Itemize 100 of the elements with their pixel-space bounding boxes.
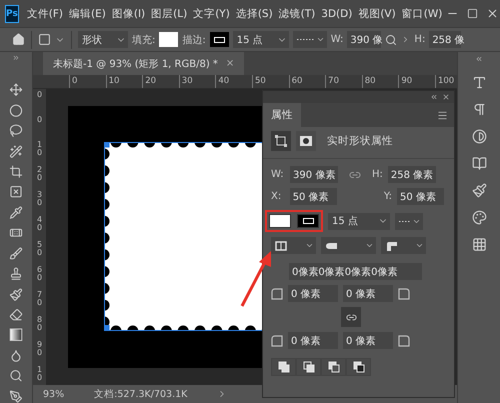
menu-item[interactable]: 视图(V): [356, 6, 398, 20]
menu-item[interactable]: 文字(Y): [191, 6, 232, 20]
menu-item[interactable]: 窗口(W): [400, 6, 444, 20]
menu-icon[interactable]: [437, 110, 448, 121]
mask-button[interactable]: [296, 131, 316, 151]
lasso-icon[interactable]: [9, 124, 23, 138]
brush-icon[interactable]: [472, 183, 486, 198]
path-operation-button[interactable]: [321, 358, 346, 376]
book-icon[interactable]: [472, 156, 486, 171]
app-logo[interactable]: Ps: [5, 4, 19, 22]
stroke-width-dropdown[interactable]: 15 点: [328, 212, 390, 230]
document-info: 文档:527.3K/703.1K: [94, 388, 188, 400]
path-operation-icon: [352, 361, 364, 373]
frame-icon[interactable]: [9, 185, 23, 199]
expand-icon[interactable]: [12, 54, 20, 62]
menu-item[interactable]: 编辑(E): [67, 6, 108, 20]
menu-item[interactable]: 3D(D): [319, 8, 354, 20]
stroke-swatch[interactable]: [297, 214, 319, 228]
ruler-label: 0: [36, 91, 44, 101]
pen-icon[interactable]: [9, 390, 23, 403]
fill-swatch[interactable]: [159, 32, 178, 47]
corner-radius-field[interactable]: 0 像素: [288, 332, 338, 349]
collapse-icon[interactable]: [430, 93, 438, 101]
corner-radius-field[interactable]: 0 像素: [343, 285, 393, 302]
collapse-icon[interactable]: [475, 55, 483, 63]
brush-icon[interactable]: [9, 246, 23, 260]
droplet-icon[interactable]: [9, 348, 23, 362]
ruler-label: 10: [36, 366, 44, 384]
height-field[interactable]: 258 像: [429, 31, 462, 48]
panel-tab[interactable]: 属性: [263, 103, 301, 127]
ruler-label: 70: [325, 75, 362, 88]
rectangle-tool-icon[interactable]: [38, 33, 51, 46]
line-style-dropdown[interactable]: [292, 31, 327, 48]
close-icon[interactable]: [486, 7, 500, 20]
contrast-icon[interactable]: [472, 129, 486, 144]
path-operation-icon: [328, 361, 340, 373]
magnifier-icon[interactable]: [9, 369, 23, 383]
y-field[interactable]: 50 像素: [397, 188, 444, 205]
path-operation-icon: [302, 361, 314, 373]
ruler-label: 10: [36, 141, 44, 160]
crop-icon[interactable]: [9, 165, 23, 178]
path-operation-button[interactable]: [271, 358, 296, 376]
ruler-label: 60: [36, 266, 44, 284]
height-field[interactable]: 258 像素: [388, 166, 436, 183]
transform-button[interactable]: [271, 131, 291, 151]
mode-dropdown[interactable]: 形状: [78, 31, 128, 48]
stamp-icon[interactable]: [9, 267, 23, 281]
ruler-label: 30: [36, 191, 44, 210]
ellipse-icon[interactable]: [9, 104, 23, 118]
ruler-label: 90: [36, 341, 44, 360]
ruler-label: 80: [36, 316, 44, 334]
gradient-icon[interactable]: [9, 328, 23, 342]
path-operation-button[interactable]: [296, 358, 321, 376]
corner-style-dropdown[interactable]: [381, 237, 426, 254]
menu-item[interactable]: 选择(S): [234, 6, 275, 20]
dashed-line-icon: [399, 220, 411, 222]
ruler-label: 80: [362, 75, 398, 88]
dashed-line-icon: [296, 38, 315, 41]
ruler-label: 90: [398, 75, 435, 88]
ruler-label: 40: [36, 216, 44, 234]
cap-style-dropdown[interactable]: [321, 237, 376, 254]
ruler-label: 20: [36, 166, 44, 184]
line-style-dropdown[interactable]: [395, 212, 423, 230]
width-field[interactable]: 390 像素: [290, 166, 338, 183]
palette-icon[interactable]: [472, 210, 486, 225]
path-operation-button[interactable]: [346, 358, 371, 376]
paintbrush-icon[interactable]: [9, 288, 23, 301]
annotation-arrow: [240, 251, 271, 307]
menu-item[interactable]: 文件(F): [24, 6, 66, 20]
y-label: Y:: [384, 191, 392, 202]
corner-radii-field[interactable]: 0像素0像素0像素0像素: [289, 263, 422, 280]
eyedropper-icon[interactable]: [9, 206, 23, 220]
menu-item[interactable]: 图像(I): [110, 6, 148, 20]
fill-swatch[interactable]: [269, 214, 291, 228]
wand-icon[interactable]: [9, 144, 23, 158]
stroke-width-dropdown[interactable]: 15 点: [232, 31, 289, 48]
section-title: 实时形状属性: [327, 134, 393, 148]
ruler-label: 20: [142, 75, 179, 88]
grid-icon[interactable]: [472, 237, 486, 252]
pilcrow-icon[interactable]: [472, 102, 486, 117]
type-icon[interactable]: [472, 75, 486, 90]
corner-radius-field[interactable]: 0 像素: [288, 285, 338, 302]
stroke-swatch[interactable]: [210, 32, 229, 47]
width-field[interactable]: 390 像: [347, 31, 382, 48]
document-tab[interactable]: 未标题-1 @ 93% (矩形 1, RGB/8) * ×: [43, 52, 244, 75]
close-icon[interactable]: [442, 93, 450, 101]
eraser-icon[interactable]: [9, 308, 23, 322]
link-button[interactable]: [341, 307, 361, 327]
width-label: W:: [330, 34, 344, 45]
menu-item[interactable]: 图层(L): [149, 6, 190, 20]
restore-icon[interactable]: [467, 8, 478, 19]
chevron-icon: [305, 241, 314, 250]
search-icon[interactable]: [385, 34, 398, 46]
corner-radius-field[interactable]: 0 像素: [343, 332, 393, 349]
height-label: H:: [372, 169, 383, 180]
move-icon[interactable]: [9, 83, 23, 97]
menu-item[interactable]: 滤镜(T): [276, 6, 318, 20]
stroke-align-dropdown[interactable]: [271, 237, 316, 254]
x-field[interactable]: 50 像素: [290, 188, 337, 205]
home-icon[interactable]: [12, 33, 25, 46]
